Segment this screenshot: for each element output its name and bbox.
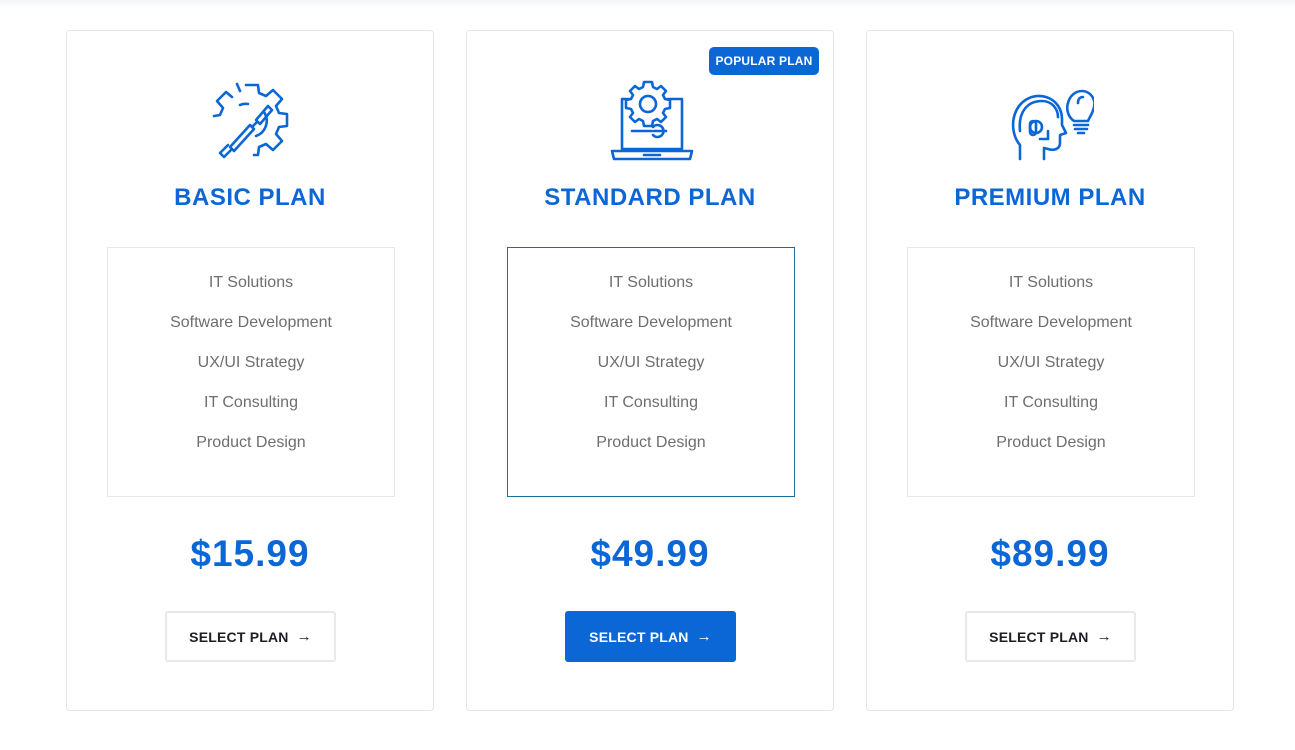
feature-item: UX/UI Strategy	[197, 354, 305, 371]
feature-list: IT Solutions Software Development UX/UI …	[907, 247, 1195, 497]
feature-item: IT Consulting	[1004, 394, 1098, 411]
feature-item: Software Development	[570, 314, 732, 331]
arrow-right-icon: →	[1096, 628, 1112, 645]
select-plan-label: SELECT PLAN	[189, 628, 289, 645]
feature-item: IT Consulting	[604, 394, 698, 411]
feature-item: Product Design	[996, 434, 1106, 451]
plan-title: STANDARD PLAN	[544, 184, 756, 211]
feature-item: UX/UI Strategy	[597, 354, 705, 371]
select-plan-button-premium[interactable]: SELECT PLAN →	[965, 611, 1136, 662]
feature-item: Product Design	[596, 434, 706, 451]
plan-price: $49.99	[590, 533, 710, 574]
head-headset-bulb-icon	[1010, 79, 1094, 163]
feature-item: IT Solutions	[208, 274, 294, 291]
arrow-right-icon: →	[296, 628, 312, 645]
pricing-card-basic: BASIC PLAN IT Solutions Software Develop…	[66, 30, 434, 711]
plan-title: BASIC PLAN	[174, 184, 326, 211]
select-plan-button-standard[interactable]: SELECT PLAN →	[565, 611, 736, 662]
select-plan-label: SELECT PLAN	[989, 628, 1089, 645]
plan-price: $89.99	[990, 533, 1110, 574]
feature-item: IT Consulting	[204, 394, 298, 411]
pricing-card-standard: POPULAR PLAN STANDARD PLAN IT Solutions …	[466, 30, 834, 711]
popular-plan-badge: POPULAR PLAN	[709, 47, 819, 75]
arrow-right-icon: →	[696, 628, 712, 645]
laptop-gear-icon	[610, 79, 694, 163]
pricing-card-premium: PREMIUM PLAN IT Solutions Software Devel…	[866, 30, 1234, 711]
feature-item: IT Solutions	[1008, 274, 1094, 291]
gear-wrench-icon	[210, 79, 294, 163]
feature-list: IT Solutions Software Development UX/UI …	[107, 247, 395, 497]
select-plan-label: SELECT PLAN	[589, 628, 689, 645]
feature-item: Software Development	[970, 314, 1132, 331]
plan-price: $15.99	[190, 533, 310, 574]
feature-item: Product Design	[196, 434, 306, 451]
feature-item: UX/UI Strategy	[997, 354, 1105, 371]
feature-list: IT Solutions Software Development UX/UI …	[507, 247, 795, 497]
page-top-shadow	[0, 0, 1295, 8]
feature-item: Software Development	[170, 314, 332, 331]
feature-item: IT Solutions	[608, 274, 694, 291]
select-plan-button-basic[interactable]: SELECT PLAN →	[165, 611, 336, 662]
plan-title: PREMIUM PLAN	[954, 184, 1146, 211]
